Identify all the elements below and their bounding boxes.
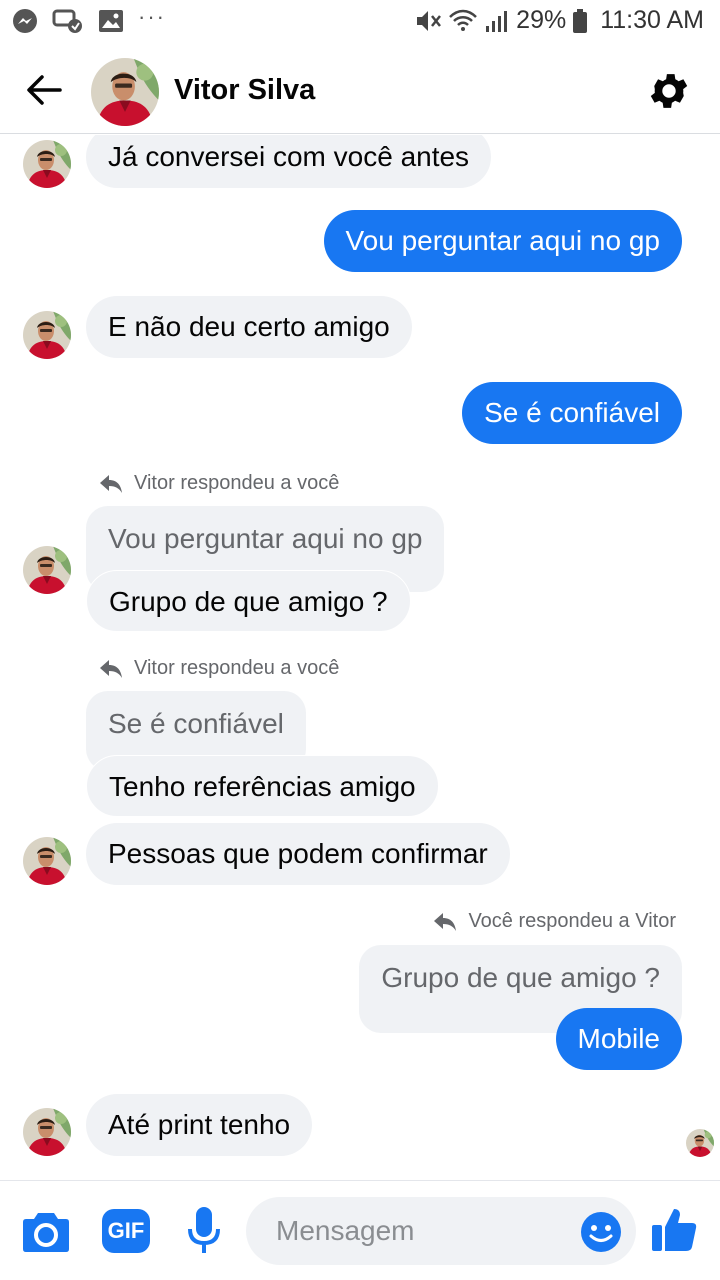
gif-icon[interactable]: GIF bbox=[102, 1209, 150, 1253]
conversation-header: Vitor Silva bbox=[0, 46, 720, 134]
seen-avatar bbox=[686, 1129, 714, 1157]
mute-icon bbox=[417, 10, 442, 31]
status-bar: ··· 29% 11:30 AM bbox=[0, 0, 720, 46]
message-thread[interactable]: Já conversei com você antes Vou pergunta… bbox=[0, 135, 720, 1180]
reply-icon bbox=[100, 474, 122, 493]
incoming-message[interactable]: Até print tenho bbox=[86, 1094, 313, 1156]
signal-icon bbox=[486, 10, 508, 32]
incoming-message[interactable]: Pessoas que podem confirmar bbox=[86, 823, 510, 885]
avatar[interactable] bbox=[23, 311, 71, 359]
reply-icon bbox=[434, 912, 457, 931]
incoming-message[interactable]: Grupo de que amigo ? bbox=[86, 570, 411, 632]
outgoing-message[interactable]: Mobile bbox=[555, 1008, 682, 1070]
wifi-icon bbox=[449, 9, 478, 31]
reply-label: Vitor respondeu a você bbox=[134, 657, 340, 679]
microphone-icon[interactable] bbox=[186, 1205, 222, 1257]
notification-icons: ··· bbox=[12, 4, 166, 34]
system-status: 29% 11:30 AM bbox=[414, 6, 704, 35]
avatar[interactable] bbox=[23, 140, 71, 188]
avatar[interactable] bbox=[23, 837, 71, 885]
like-icon[interactable] bbox=[650, 1205, 698, 1253]
reply-indicator: Você respondeu a Vitor bbox=[432, 910, 676, 933]
incoming-message[interactable]: E não deu certo amigo bbox=[86, 296, 412, 358]
avatar[interactable] bbox=[23, 546, 71, 594]
message-input[interactable] bbox=[246, 1197, 636, 1265]
reply-label: Você respondeu a Vitor bbox=[468, 910, 676, 932]
contact-avatar[interactable] bbox=[91, 58, 159, 126]
emoji-icon[interactable] bbox=[580, 1211, 622, 1253]
gear-icon[interactable] bbox=[646, 68, 692, 114]
messenger-icon bbox=[13, 9, 37, 33]
avatar[interactable] bbox=[23, 1108, 71, 1156]
back-arrow-icon[interactable] bbox=[24, 70, 64, 110]
incoming-message[interactable]: Já conversei com você antes bbox=[86, 135, 492, 188]
reply-indicator: Vitor respondeu a você bbox=[98, 657, 339, 680]
battery-icon bbox=[573, 8, 588, 33]
battery-percent: 29% bbox=[516, 6, 567, 34]
outgoing-message[interactable]: Vou perguntar aqui no gp bbox=[323, 210, 682, 272]
outgoing-message[interactable]: Se é confiável bbox=[462, 382, 682, 444]
clock: 11:30 AM bbox=[600, 6, 704, 34]
chat-heads-icon bbox=[52, 9, 82, 33]
incoming-message[interactable]: Tenho referências amigo bbox=[86, 755, 439, 817]
gallery-icon bbox=[99, 10, 123, 32]
composer-bar: GIF bbox=[0, 1180, 720, 1280]
reply-label: Vitor respondeu a você bbox=[134, 472, 340, 494]
more-notifications: ··· bbox=[138, 4, 166, 29]
reply-indicator: Vitor respondeu a você bbox=[98, 472, 339, 495]
reply-icon bbox=[100, 659, 122, 678]
contact-name[interactable]: Vitor Silva bbox=[174, 74, 315, 107]
camera-icon[interactable] bbox=[22, 1209, 70, 1253]
